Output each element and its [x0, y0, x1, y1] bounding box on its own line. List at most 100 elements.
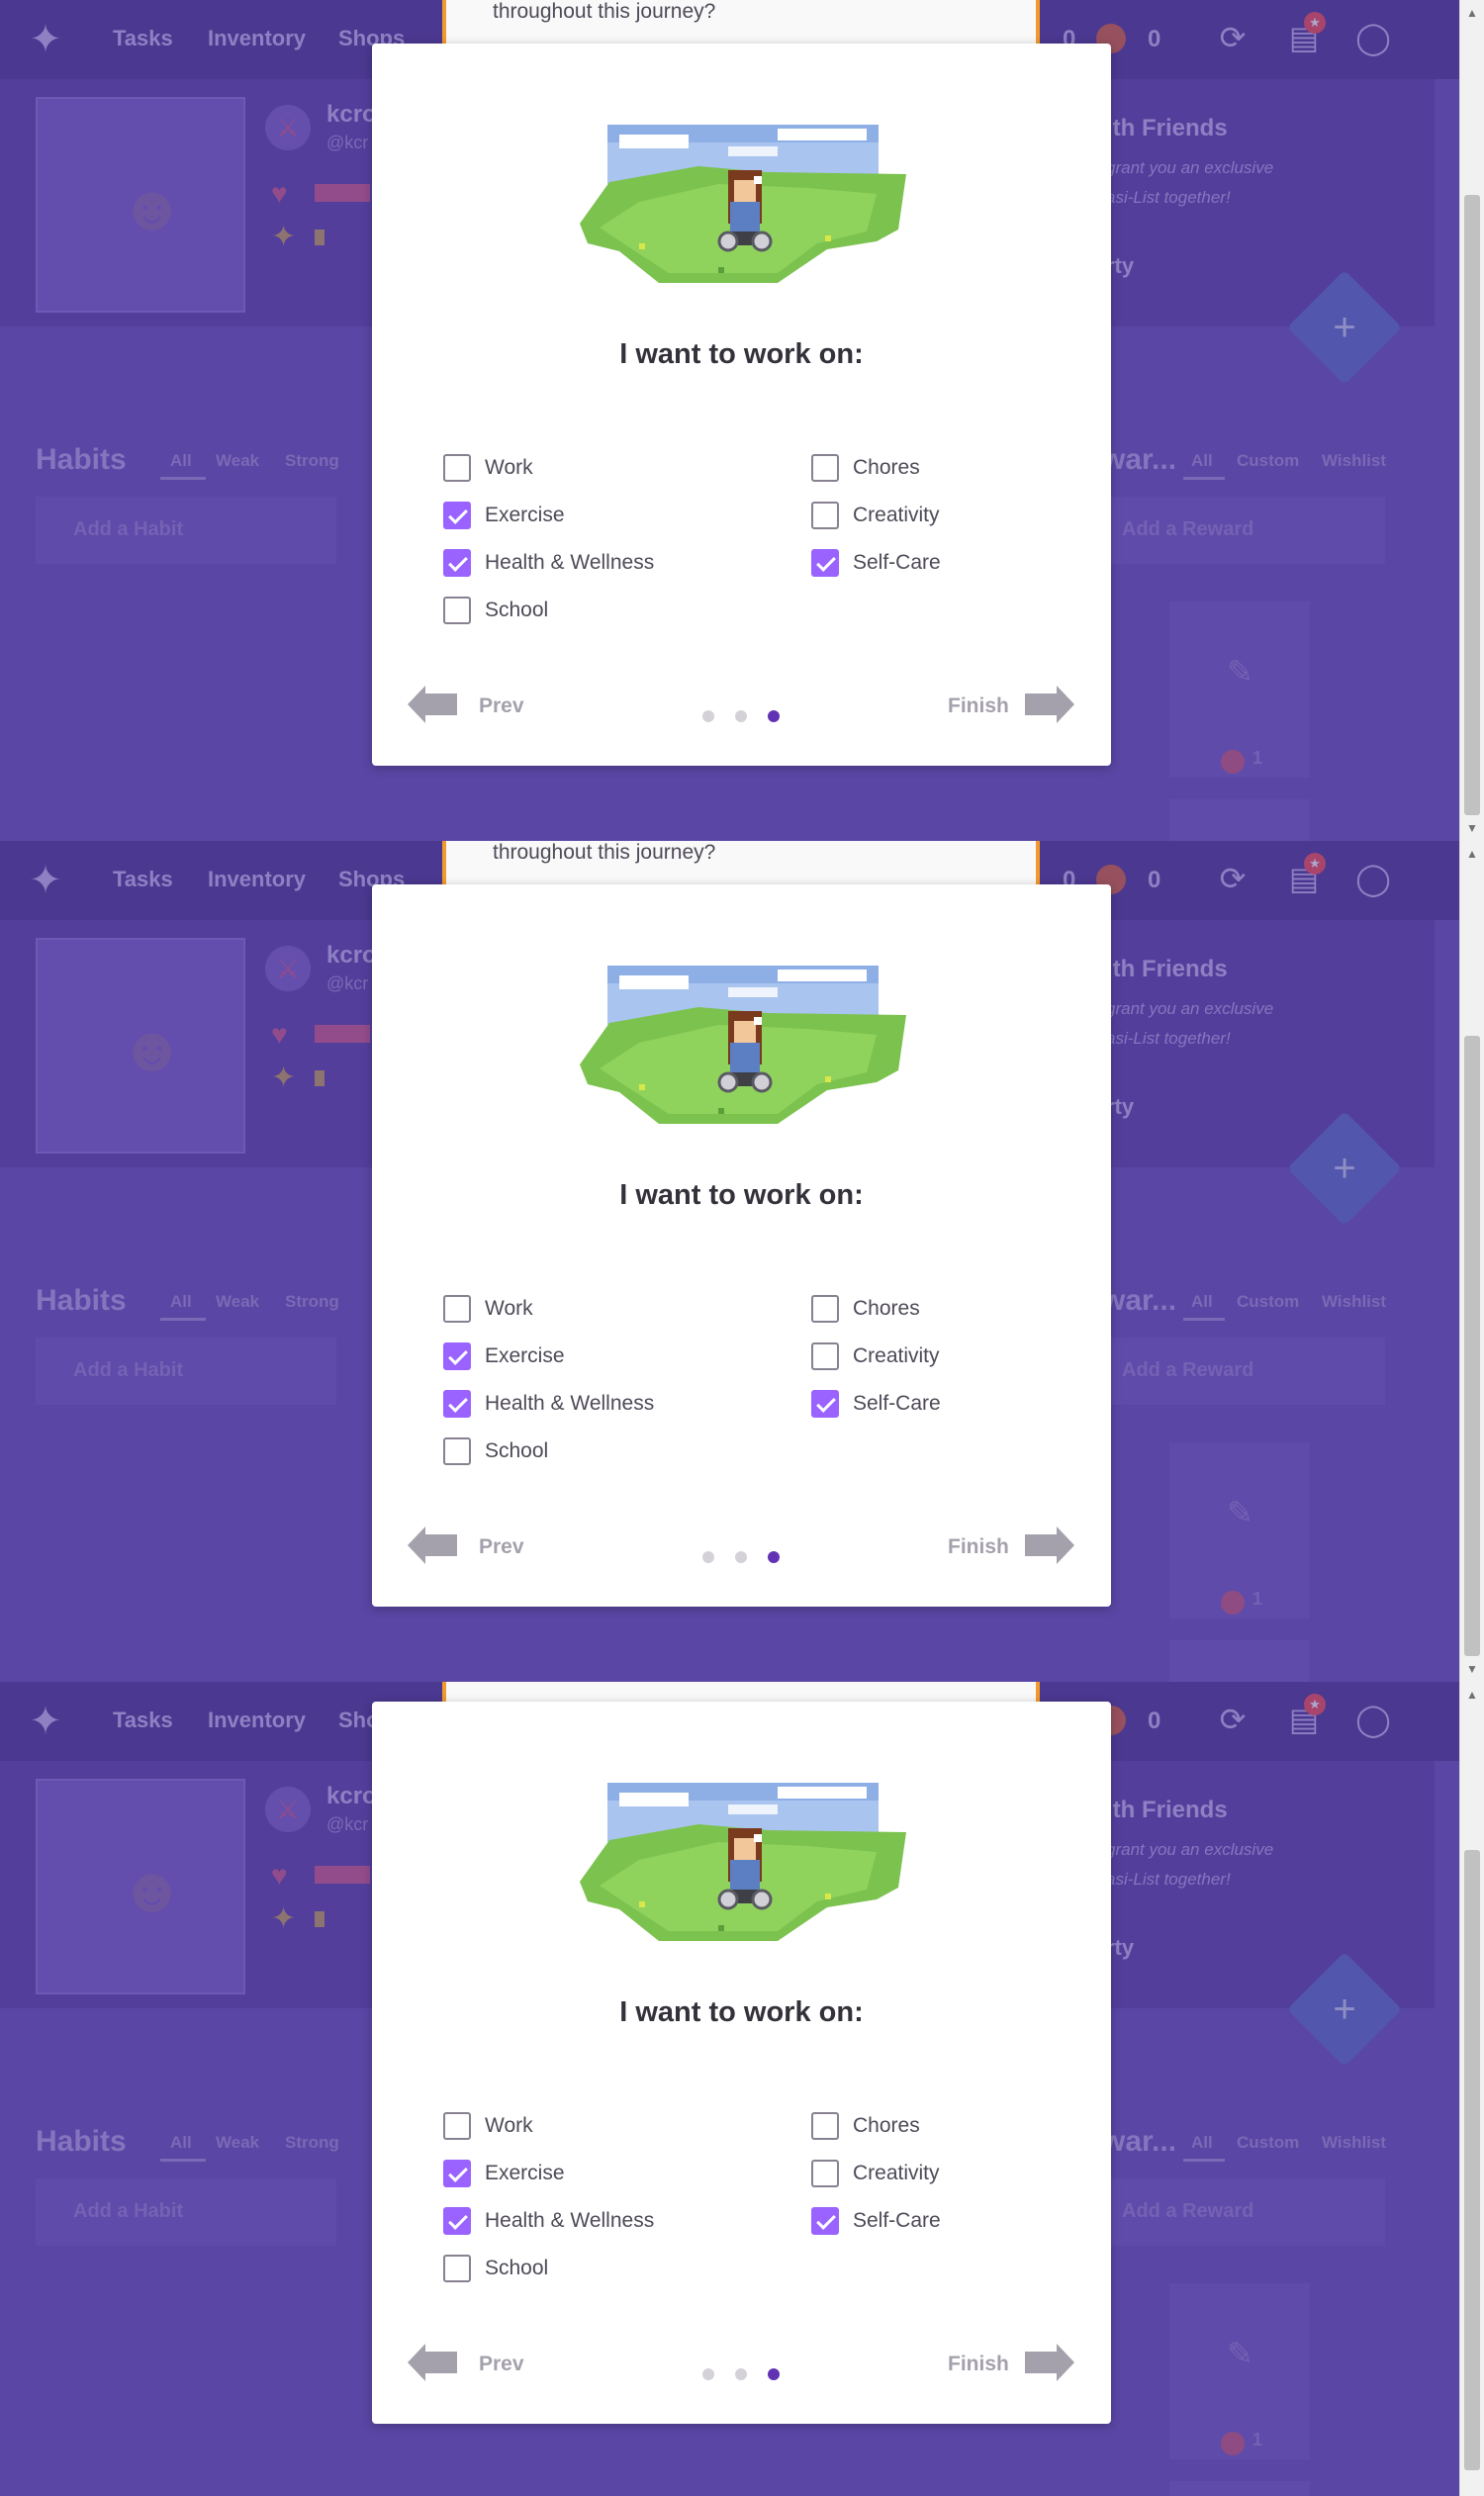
modal-title: I want to work on:	[619, 338, 864, 370]
interest-option[interactable]: Chores	[811, 1294, 1108, 1324]
option-label: Health & Wellness	[485, 551, 655, 574]
modal-title: I want to work on:	[619, 1996, 864, 2028]
interest-option[interactable]: School	[443, 1436, 740, 1466]
interest-option[interactable]: Self-Care	[811, 548, 1108, 578]
page-dot[interactable]	[768, 710, 780, 722]
option-label: Work	[485, 2114, 533, 2137]
option-label: Self-Care	[853, 551, 941, 574]
checkbox[interactable]	[443, 2112, 471, 2140]
checkbox[interactable]	[811, 1295, 839, 1323]
scroll-up-icon[interactable]: ▲	[1460, 845, 1484, 863]
avatar-meadow-illustration	[580, 125, 906, 283]
checkbox[interactable]	[443, 1437, 471, 1465]
option-label: Self-Care	[853, 2209, 941, 2232]
checkbox[interactable]	[811, 2112, 839, 2140]
option-label: School	[485, 599, 549, 621]
checkbox[interactable]	[443, 597, 471, 624]
checkbox[interactable]	[443, 2207, 471, 2235]
page-dot[interactable]	[702, 710, 714, 722]
scrollbar-thumb[interactable]	[1464, 195, 1480, 815]
screenshot-root: ✦ Tasks Inventory Shops 0 0 ⟳ ▤ ★ ◯ ☻ ⚔ …	[0, 0, 1484, 2496]
interest-option[interactable]: Work	[443, 453, 740, 483]
interest-option[interactable]: Work	[443, 2111, 740, 2141]
interest-option[interactable]: Exercise	[443, 501, 740, 530]
scrollbar-thumb[interactable]	[1464, 1850, 1480, 2470]
interest-option[interactable]: School	[443, 596, 740, 625]
checkbox[interactable]	[443, 2160, 471, 2187]
next-arrow-icon[interactable]	[1025, 1521, 1074, 1570]
next-arrow-icon[interactable]	[1025, 2338, 1074, 2387]
notice-text: throughout this journey?	[493, 0, 716, 23]
checkbox[interactable]	[811, 454, 839, 482]
page-dot[interactable]	[702, 2368, 714, 2380]
checkbox[interactable]	[811, 2160, 839, 2187]
option-label: Chores	[853, 456, 920, 479]
interest-option[interactable]: Creativity	[811, 501, 1108, 530]
prev-arrow-icon[interactable]	[408, 1521, 457, 1570]
prev-button[interactable]: Prev	[479, 2353, 524, 2376]
interest-option[interactable]: Creativity	[811, 2159, 1108, 2188]
avatar-meadow-illustration	[580, 966, 906, 1124]
finish-button[interactable]: Finish	[948, 2353, 1009, 2376]
prev-button[interactable]: Prev	[479, 1535, 524, 1559]
checkbox[interactable]	[443, 502, 471, 529]
prev-button[interactable]: Prev	[479, 694, 524, 718]
interest-option[interactable]: Health & Wellness	[443, 2206, 740, 2236]
onboarding-modal: I want to work on: Work Chores Exercise Cre…	[372, 44, 1111, 766]
option-label: Health & Wellness	[485, 1392, 655, 1415]
scroll-up-icon[interactable]: ▲	[1460, 4, 1484, 22]
app-frame: ✦ Tasks Inventory Shops 0 0 ⟳ ▤ ★ ◯ ☻ ⚔ …	[0, 0, 1459, 841]
checkbox[interactable]	[811, 502, 839, 529]
prev-arrow-icon[interactable]	[408, 2338, 457, 2387]
scrollbar[interactable]: ▲ ▼	[1459, 0, 1484, 841]
interest-option[interactable]: Work	[443, 1294, 740, 1324]
option-label: Chores	[853, 1297, 920, 1320]
option-label: Self-Care	[853, 1392, 941, 1415]
checkbox[interactable]	[443, 549, 471, 577]
page-dot[interactable]	[702, 1551, 714, 1563]
scroll-up-icon[interactable]: ▲	[1460, 1686, 1484, 1704]
interest-option[interactable]: Chores	[811, 453, 1108, 483]
onboarding-modal: I want to work on: Work Chores Exercise Cre…	[372, 884, 1111, 1607]
notice-text: throughout this journey?	[493, 841, 716, 864]
app-frame: ✦ Tasks Inventory Shops 0 0 ⟳ ▤ ★ ◯ ☻ ⚔ …	[0, 1682, 1459, 2496]
interest-option[interactable]: Health & Wellness	[443, 1389, 740, 1419]
scrollbar[interactable]: ▲ ▼	[1459, 841, 1484, 1682]
scrollbar[interactable]: ▲	[1459, 1682, 1484, 2496]
interest-option[interactable]: Self-Care	[811, 2206, 1108, 2236]
checkbox[interactable]	[443, 1390, 471, 1418]
option-label: Exercise	[485, 2162, 565, 2184]
interest-option[interactable]: Creativity	[811, 1341, 1108, 1371]
option-label: Creativity	[853, 2162, 940, 2184]
checkbox[interactable]	[443, 2255, 471, 2282]
finish-button[interactable]: Finish	[948, 694, 1009, 718]
interest-option[interactable]: School	[443, 2254, 740, 2283]
page-dot[interactable]	[735, 1551, 747, 1563]
next-arrow-icon[interactable]	[1025, 680, 1074, 729]
page-dot[interactable]	[768, 2368, 780, 2380]
checkbox[interactable]	[443, 1342, 471, 1370]
scroll-down-icon[interactable]: ▼	[1460, 1660, 1484, 1678]
interest-option[interactable]: Chores	[811, 2111, 1108, 2141]
option-label: Chores	[853, 2114, 920, 2137]
checkbox[interactable]	[811, 1390, 839, 1418]
finish-button[interactable]: Finish	[948, 1535, 1009, 1559]
page-dot[interactable]	[768, 1551, 780, 1563]
interest-option[interactable]: Exercise	[443, 2159, 740, 2188]
scroll-down-icon[interactable]: ▼	[1460, 819, 1484, 837]
checkbox[interactable]	[811, 1342, 839, 1370]
interest-option[interactable]: Self-Care	[811, 1389, 1108, 1419]
option-label: Health & Wellness	[485, 2209, 655, 2232]
checkbox[interactable]	[811, 549, 839, 577]
scrollbar-thumb[interactable]	[1464, 1036, 1480, 1656]
page-dot[interactable]	[735, 2368, 747, 2380]
interest-option[interactable]: Health & Wellness	[443, 548, 740, 578]
modal-title: I want to work on:	[619, 1179, 864, 1211]
onboarding-modal: I want to work on: Work Chores Exercise Cre…	[372, 1702, 1111, 2424]
checkbox[interactable]	[811, 2207, 839, 2235]
prev-arrow-icon[interactable]	[408, 680, 457, 729]
checkbox[interactable]	[443, 454, 471, 482]
interest-option[interactable]: Exercise	[443, 1341, 740, 1371]
page-dot[interactable]	[735, 710, 747, 722]
checkbox[interactable]	[443, 1295, 471, 1323]
